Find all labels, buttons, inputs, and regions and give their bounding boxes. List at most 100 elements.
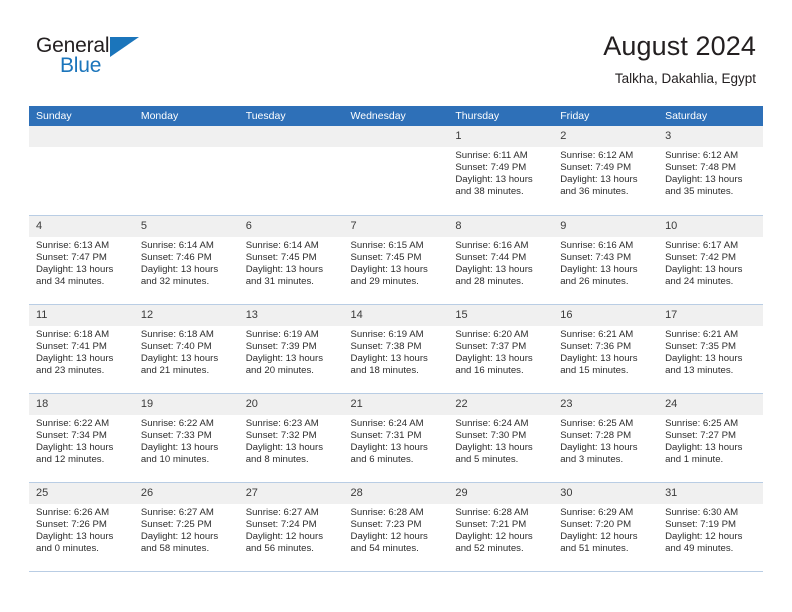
day-details: Sunrise: 6:25 AM Sunset: 7:27 PM Daylight:…: [658, 415, 763, 466]
day-details: Sunrise: 6:28 AM Sunset: 7:23 PM Daylight:…: [344, 504, 449, 555]
day-details: Sunrise: 6:21 AM Sunset: 7:35 PM Daylight:…: [658, 326, 763, 377]
daylight-text-line2: and 32 minutes.: [140, 275, 210, 287]
location-subtitle: Talkha, Dakahlia, Egypt: [614, 71, 756, 86]
daylight-text-line2: and 29 minutes.: [350, 275, 419, 287]
calendar-day-cell[interactable]: 8 Sunrise: 6:16 AM Sunset: 7:44 PM Daylight…: [448, 215, 554, 305]
calendar-day-cell[interactable]: 19 Sunrise: 6:22 AM Sunset: 7:33 PM Dayligh…: [133, 393, 239, 483]
page-title: August 2024: [603, 31, 756, 61]
day-details: Sunrise: 6:14 AM Sunset: 7:45 PM Daylight:…: [239, 237, 344, 288]
sunrise-text: Sunrise: 6:18 AM: [140, 328, 214, 340]
calendar-day-cell[interactable]: 27 Sunrise: 6:27 AM Sunset: 7:24 PM Dayligh…: [238, 482, 344, 572]
sunrise-text: Sunrise: 6:11 AM: [455, 150, 528, 161]
calendar-day-cell[interactable]: 23 Sunrise: 6:25 AM Sunset: 7:28 PM Dayligh…: [553, 393, 659, 483]
calendar-day-cell[interactable]: 21 Sunrise: 6:24 AM Sunset: 7:31 PM Dayligh…: [343, 393, 449, 483]
day-details: Sunrise: 6:30 AM Sunset: 7:19 PM Daylight:…: [658, 504, 763, 555]
sunset-text: Sunset: 7:33 PM: [140, 429, 212, 441]
day-number: 29: [448, 482, 554, 504]
day-details: Sunrise: 6:21 AM Sunset: 7:36 PM Daylight:…: [553, 326, 658, 377]
sunrise-text: Sunrise: 6:14 AM: [245, 239, 319, 251]
calendar-day-cell[interactable]: 14 Sunrise: 6:19 AM Sunset: 7:38 PM Dayligh…: [343, 304, 449, 394]
sunrise-text: Sunrise: 6:25 AM: [560, 417, 634, 429]
day-details: Sunrise: 6:27 AM Sunset: 7:25 PM Daylight:…: [134, 504, 239, 555]
day-details: Sunrise: 6:20 AM Sunset: 7:37 PM Daylight:…: [448, 326, 553, 377]
day-number: 16: [553, 304, 659, 326]
weekday-header-wednesday: Wednesday: [343, 106, 449, 126]
calendar-day-cell[interactable]: 29 Sunrise: 6:28 AM Sunset: 7:21 PM Dayligh…: [448, 482, 554, 572]
daylight-text-line1: Daylight: 12 hours: [140, 530, 219, 542]
calendar-day-cell[interactable]: 10 Sunrise: 6:17 AM Sunset: 7:42 PM Dayligh…: [658, 215, 763, 305]
daylight-text-line2: and 15 minutes.: [560, 364, 629, 376]
daylight-text-line2: and 18 minutes.: [350, 364, 419, 376]
day-number: 27: [238, 482, 344, 504]
daylight-text-line1: Daylight: 13 hours: [455, 263, 533, 275]
daylight-text-line1: Daylight: 12 hours: [455, 530, 533, 542]
daylight-text-line2: and 36 minutes.: [560, 186, 629, 198]
calendar-day-cell[interactable]: 11 Sunrise: 6:18 AM Sunset: 7:41 PM Dayligh…: [29, 304, 134, 394]
day-number: 26: [133, 482, 239, 504]
calendar-day-cell[interactable]: 1 Sunrise: 6:11 AM Sunset: 7:49 PM Daylight…: [448, 126, 554, 216]
sunset-text: Sunset: 7:21 PM: [455, 518, 527, 530]
calendar-day-cell[interactable]: 4 Sunrise: 6:13 AM Sunset: 7:47 PM Daylight…: [29, 215, 134, 305]
calendar-day-cell[interactable]: 13 Sunrise: 6:19 AM Sunset: 7:39 PM Dayligh…: [238, 304, 344, 394]
calendar-day-cell[interactable]: 17 Sunrise: 6:21 AM Sunset: 7:35 PM Dayligh…: [658, 304, 763, 394]
daylight-text-line1: Daylight: 12 hours: [350, 530, 428, 542]
calendar-day-cell[interactable]: 25 Sunrise: 6:26 AM Sunset: 7:26 PM Dayligh…: [29, 482, 134, 572]
calendar-day-cell[interactable]: 3 Sunrise: 6:12 AM Sunset: 7:48 PM Daylight…: [658, 126, 763, 216]
daylight-text-line1: Daylight: 13 hours: [665, 174, 743, 186]
day-number: 23: [553, 393, 659, 415]
calendar-day-cell[interactable]: 16 Sunrise: 6:21 AM Sunset: 7:36 PM Dayligh…: [553, 304, 659, 394]
day-number: 14: [343, 304, 449, 326]
day-number: 9: [553, 215, 659, 237]
daylight-text-line1: Daylight: 13 hours: [560, 441, 638, 453]
calendar-day-cell[interactable]: 6 Sunrise: 6:14 AM Sunset: 7:45 PM Daylight…: [238, 215, 344, 305]
daylight-text-line2: and 20 minutes.: [245, 364, 314, 376]
daylight-text-line2: and 38 minutes.: [455, 186, 524, 198]
general-blue-logo[interactable]: General Blue: [36, 30, 154, 86]
sunset-text: Sunset: 7:45 PM: [245, 251, 317, 263]
daylight-text-line1: Daylight: 13 hours: [36, 352, 114, 364]
calendar-day-cell[interactable]: 22 Sunrise: 6:24 AM Sunset: 7:30 PM Dayligh…: [448, 393, 554, 483]
daylight-text-line1: Daylight: 12 hours: [245, 530, 324, 542]
calendar-day-cell-empty: [238, 126, 344, 216]
calendar-day-cell[interactable]: 24 Sunrise: 6:25 AM Sunset: 7:27 PM Dayligh…: [658, 393, 763, 483]
calendar-day-cell[interactable]: 2 Sunrise: 6:12 AM Sunset: 7:49 PM Daylight…: [553, 126, 659, 216]
day-details: Sunrise: 6:22 AM Sunset: 7:34 PM Daylight:…: [29, 415, 134, 466]
calendar-day-cell[interactable]: 12 Sunrise: 6:18 AM Sunset: 7:40 PM Dayligh…: [133, 304, 239, 394]
day-number: 30: [553, 482, 659, 504]
day-number: [133, 126, 239, 147]
daylight-text-line1: Daylight: 13 hours: [560, 174, 638, 186]
calendar-day-cell[interactable]: 30 Sunrise: 6:29 AM Sunset: 7:20 PM Dayligh…: [553, 482, 659, 572]
day-details: Sunrise: 6:11 AM Sunset: 7:49 PM Daylight:…: [448, 147, 553, 198]
weekday-header-tuesday: Tuesday: [238, 106, 344, 126]
sunset-text: Sunset: 7:42 PM: [665, 251, 736, 263]
daylight-text-line1: Daylight: 13 hours: [665, 352, 743, 364]
sunset-text: Sunset: 7:38 PM: [350, 340, 422, 352]
calendar-day-cell[interactable]: 28 Sunrise: 6:28 AM Sunset: 7:23 PM Dayligh…: [343, 482, 449, 572]
day-number: 1: [448, 126, 554, 147]
sunrise-text: Sunrise: 6:27 AM: [245, 506, 319, 518]
calendar-day-cell-empty: [343, 126, 449, 216]
daylight-text-line2: and 52 minutes.: [455, 542, 524, 554]
calendar-day-cell[interactable]: 9 Sunrise: 6:16 AM Sunset: 7:43 PM Daylight…: [553, 215, 659, 305]
daylight-text-line2: and 12 minutes.: [36, 453, 105, 465]
calendar-day-cell[interactable]: 26 Sunrise: 6:27 AM Sunset: 7:25 PM Dayligh…: [133, 482, 239, 572]
calendar-day-cell[interactable]: 15 Sunrise: 6:20 AM Sunset: 7:37 PM Dayligh…: [448, 304, 554, 394]
calendar-day-cell[interactable]: 18 Sunrise: 6:22 AM Sunset: 7:34 PM Dayligh…: [29, 393, 134, 483]
daylight-text-line1: Daylight: 13 hours: [350, 263, 428, 275]
weekday-header-friday: Friday: [553, 106, 659, 126]
daylight-text-line2: and 49 minutes.: [665, 542, 734, 554]
calendar-day-cell[interactable]: 5 Sunrise: 6:14 AM Sunset: 7:46 PM Daylight…: [133, 215, 239, 305]
calendar-day-cell[interactable]: 31 Sunrise: 6:30 AM Sunset: 7:19 PM Dayligh…: [658, 482, 763, 572]
daylight-text-line2: and 6 minutes.: [350, 453, 414, 465]
calendar-day-cell-empty: [133, 126, 239, 216]
daylight-text-line1: Daylight: 13 hours: [36, 530, 114, 542]
calendar-day-cell[interactable]: 7 Sunrise: 6:15 AM Sunset: 7:45 PM Daylight…: [343, 215, 449, 305]
sunrise-text: Sunrise: 6:21 AM: [560, 328, 634, 340]
day-number: 15: [448, 304, 554, 326]
sunset-text: Sunset: 7:41 PM: [36, 340, 107, 352]
day-number: 24: [658, 393, 763, 415]
sunrise-text: Sunrise: 6:26 AM: [36, 506, 110, 518]
sunset-text: Sunset: 7:40 PM: [140, 340, 212, 352]
calendar-day-cell[interactable]: 20 Sunrise: 6:23 AM Sunset: 7:32 PM Dayligh…: [238, 393, 344, 483]
day-number: 4: [29, 215, 134, 237]
